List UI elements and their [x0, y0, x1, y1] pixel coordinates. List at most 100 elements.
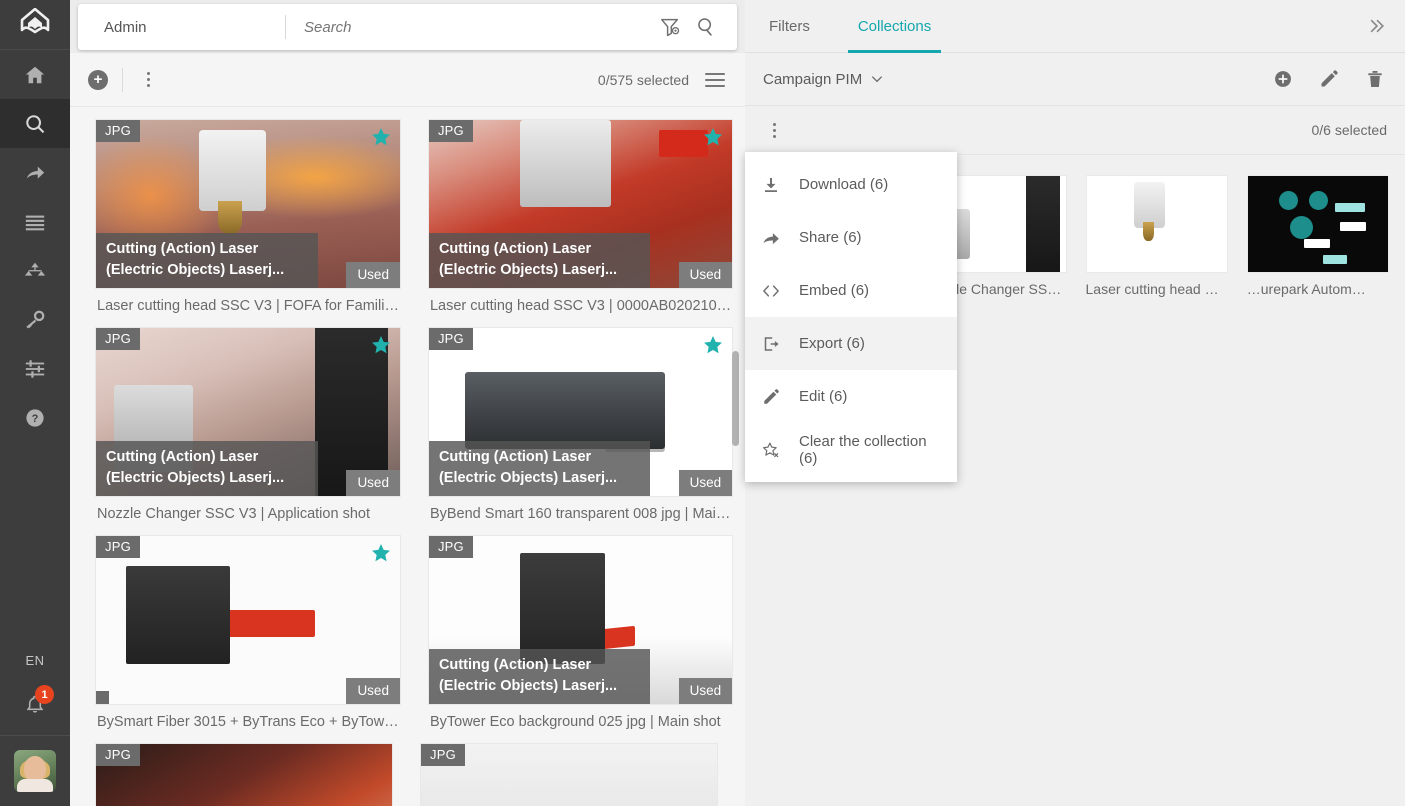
asset-star-button[interactable] — [370, 126, 392, 153]
diagram-node — [1309, 191, 1329, 211]
asset-card[interactable]: JPG Cutting (Action) Laser (Electric Obje… — [427, 119, 734, 314]
asset-thumbnail[interactable]: JPG Cutting (Action) Laser (Electric Obje… — [95, 119, 401, 289]
asset-caption: ByBend Smart 160 transparent 008 jpg | M… — [429, 506, 731, 522]
toolbar-left-group: + — [88, 67, 159, 92]
sidebar-item-search[interactable] — [0, 99, 70, 148]
sidebar-item-settings[interactable] — [0, 344, 70, 393]
asset-star-button[interactable] — [702, 126, 724, 153]
kebab-menu-icon — [146, 72, 150, 75]
add-asset-button[interactable]: + — [88, 69, 108, 90]
app-logo-icon — [20, 7, 50, 33]
sidebar-item-rights[interactable] — [0, 295, 70, 344]
asset-card[interactable]: JPG — [95, 743, 393, 806]
collection-item[interactable]: Laser cutting head … — [1085, 175, 1228, 297]
asset-used-badge: Used — [678, 470, 733, 496]
browse-scrollbar-thumb[interactable] — [732, 351, 739, 446]
context-menu-item-download-6[interactable]: Download (6) — [745, 158, 957, 211]
star-icon — [371, 336, 390, 354]
language-selector[interactable]: EN — [0, 639, 70, 681]
filter-settings-button[interactable] — [659, 16, 681, 38]
asset-caption: Nozzle Changer SSC V3 | Application shot — [97, 506, 370, 522]
kebab-menu-icon — [772, 122, 776, 126]
diagram-node — [1278, 191, 1298, 211]
context-menu-item-export-6[interactable]: Export (6) — [745, 317, 957, 370]
context-menu-item-embed-6[interactable]: Embed (6) — [745, 264, 957, 317]
star-icon — [704, 336, 723, 354]
sidebar-item-taxonomy[interactable] — [0, 246, 70, 295]
collection-item-thumbnail[interactable] — [1085, 175, 1228, 273]
asset-card[interactable]: JPG Cutting (Action) Laser (Electric Obje… — [427, 535, 734, 730]
diagram-label — [1334, 202, 1365, 212]
avatar-body — [17, 779, 53, 792]
view-options-button[interactable] — [705, 72, 725, 87]
collapse-panel-button[interactable] — [1367, 0, 1405, 52]
asset-thumbnail[interactable]: JPG Used — [95, 535, 401, 705]
asset-tooltip: Cutting (Action) Laser (Electric Objects… — [428, 441, 651, 496]
notifications-button[interactable]: 1 — [0, 681, 70, 729]
asset-used-badge: Used — [346, 470, 400, 496]
asset-card[interactable]: JPG Cutting (Action) Laser (Electric Obje… — [427, 327, 734, 522]
context-menu-item-label: Edit (6) — [799, 388, 848, 405]
browse-more-button[interactable] — [137, 68, 159, 92]
asset-card[interactable]: JPG Used BySmart Fiber 3015 + ByTrans Eco … — [95, 535, 401, 730]
magnifier-icon — [698, 18, 712, 36]
star-remove-icon — [761, 441, 781, 459]
sidebar-item-home[interactable] — [0, 50, 70, 99]
asset-format-badge: JPG — [428, 536, 473, 558]
asset-image — [96, 744, 392, 806]
asset-thumbnail[interactable]: JPG Cutting (Action) Laser (Electric Obje… — [427, 327, 734, 497]
pencil-icon — [764, 388, 779, 404]
collection-more-button[interactable] — [763, 118, 785, 142]
sliders-icon — [25, 359, 45, 378]
asset-tooltip: Cutting (Action) Laser (Electric Objects… — [96, 233, 318, 288]
key-icon — [26, 310, 45, 328]
asset-format-badge: JPG — [96, 120, 140, 142]
context-menu-item-label: Embed (6) — [799, 282, 870, 299]
asset-star-button[interactable] — [370, 542, 392, 569]
context-menu-item-clear-the-collection-6[interactable]: Clear the collection (6) — [745, 423, 957, 476]
asset-tooltip: Cutting (Action) Laser (Electric Objects… — [428, 233, 651, 288]
download-icon — [761, 176, 781, 194]
asset-star-button[interactable] — [702, 334, 724, 361]
context-menu-item-edit-6[interactable]: Edit (6) — [745, 370, 957, 423]
sidebar-item-help[interactable]: ? — [0, 393, 70, 442]
plus-circle-icon — [1275, 71, 1291, 87]
asset-caption: Laser cutting head SSC V3 | FOFA for Fam… — [97, 298, 399, 314]
tab-collections[interactable]: Collections — [834, 0, 955, 53]
collection-selector[interactable]: Campaign PIM — [763, 71, 884, 88]
plus-circle-icon: + — [93, 71, 103, 88]
user-menu[interactable] — [0, 736, 70, 806]
collection-item-caption: …urepark Autom… — [1246, 281, 1366, 297]
collection-item[interactable]: …urepark Autom… — [1246, 175, 1389, 297]
asset-thumbnail[interactable]: JPG — [420, 743, 718, 806]
delete-collection-button[interactable] — [1365, 69, 1385, 89]
asset-used-badge: Used — [678, 262, 733, 288]
asset-thumbnail[interactable]: JPG Cutting (Action) Laser (Electric Obje… — [427, 119, 734, 289]
sidebar-item-share[interactable] — [0, 148, 70, 197]
asset-thumbnail[interactable]: JPG Cutting (Action) Laser (Electric Obje… — [427, 535, 734, 705]
collection-item-thumbnail[interactable] — [1246, 175, 1389, 273]
search-zone: Admin — [70, 0, 745, 53]
tab-filters[interactable]: Filters — [745, 0, 834, 52]
search-submit-button[interactable] — [695, 16, 717, 38]
asset-thumbnail[interactable]: JPG Cutting (Action) Laser (Electric Obje… — [95, 327, 401, 497]
add-to-collection-button[interactable] — [1273, 69, 1293, 89]
rail-items: ? — [0, 50, 70, 442]
toolbar-divider — [122, 67, 123, 92]
app-logo[interactable] — [0, 0, 70, 50]
sidebar-item-lists[interactable] — [0, 197, 70, 246]
asset-card[interactable]: JPG Cutting (Action) Laser (Electric Obje… — [95, 119, 401, 314]
search-scope-label[interactable]: Admin — [78, 19, 285, 36]
download-icon — [765, 177, 777, 192]
asset-card[interactable]: JPG Cutting (Action) Laser (Electric Obje… — [95, 327, 401, 522]
asset-card[interactable]: JPG — [420, 743, 718, 806]
edit-collection-button[interactable] — [1319, 69, 1339, 89]
toolbar-right-group: 0/575 selected — [598, 72, 725, 88]
asset-thumbnail[interactable]: JPG — [95, 743, 393, 806]
context-menu-item-share-6[interactable]: Share (6) — [745, 211, 957, 264]
asset-star-button[interactable] — [370, 334, 392, 361]
asset-grid-scroll[interactable]: JPG Cutting (Action) Laser (Electric Obje… — [70, 107, 745, 806]
search-input[interactable] — [286, 18, 659, 36]
language-label: EN — [25, 652, 45, 668]
home-icon — [25, 66, 45, 83]
